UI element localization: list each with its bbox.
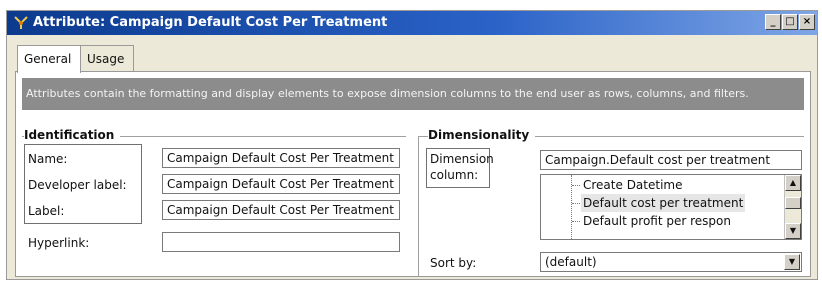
- tree-branch: [572, 203, 580, 204]
- tree-branch: [572, 185, 580, 186]
- attribute-icon: [14, 16, 28, 29]
- tree-item-create-datetime[interactable]: Create Datetime: [583, 176, 682, 194]
- tree-item-default-profit[interactable]: Default profit per respon: [583, 212, 731, 230]
- sort-by-select[interactable]: (default) ▼: [540, 252, 802, 272]
- developer-label-field[interactable]: Campaign Default Cost Per Treatment: [162, 174, 400, 194]
- arrow-down-icon[interactable]: ▼: [785, 223, 801, 239]
- arrow-up-icon[interactable]: ▲: [785, 175, 801, 191]
- tab-general[interactable]: General: [17, 45, 81, 73]
- hyperlink-field[interactable]: [162, 232, 400, 252]
- description-banner: Attributes contain the formatting and di…: [22, 78, 804, 110]
- sort-by-value: (default): [545, 255, 597, 269]
- developer-label-label: Developer label:: [28, 178, 127, 192]
- scrollbar-thumb[interactable]: [785, 197, 801, 209]
- maximize-button[interactable]: □: [782, 14, 798, 30]
- identification-title: Identification: [24, 128, 121, 142]
- tree-branch: [572, 221, 580, 222]
- window-title: Attribute: Campaign Default Cost Per Tre…: [33, 15, 388, 30]
- name-field[interactable]: Campaign Default Cost Per Treatment: [162, 148, 400, 168]
- sort-by-label: Sort by:: [430, 256, 477, 270]
- tree-scrollbar[interactable]: ▲ ▼: [784, 175, 801, 239]
- title-bar[interactable]: Attribute: Campaign Default Cost Per Tre…: [7, 11, 817, 35]
- close-button[interactable]: ×: [799, 14, 815, 30]
- attribute-window: Attribute: Campaign Default Cost Per Tre…: [6, 10, 818, 280]
- tab-usage[interactable]: Usage: [80, 45, 134, 71]
- dimension-column-label-line2: column:: [430, 168, 479, 182]
- minimize-button[interactable]: _: [765, 14, 781, 30]
- general-panel: Attributes contain the formatting and di…: [15, 71, 811, 277]
- chevron-down-icon[interactable]: ▼: [784, 254, 800, 270]
- section-separator: [418, 136, 419, 276]
- name-label: Name:: [28, 152, 68, 166]
- label-field[interactable]: Campaign Default Cost Per Treatment: [162, 200, 400, 220]
- dimension-column-tree[interactable]: Create Datetime Default cost per treatme…: [540, 174, 802, 240]
- dimension-column-label-line1: Dimension: [430, 152, 494, 166]
- dimension-column-field[interactable]: Campaign.Default cost per treatment: [540, 150, 802, 170]
- label-label: Label:: [28, 204, 65, 218]
- tree-item-default-cost[interactable]: Default cost per treatment: [581, 194, 746, 212]
- hyperlink-label: Hyperlink:: [28, 236, 90, 250]
- dimensionality-title: Dimensionality: [428, 128, 536, 142]
